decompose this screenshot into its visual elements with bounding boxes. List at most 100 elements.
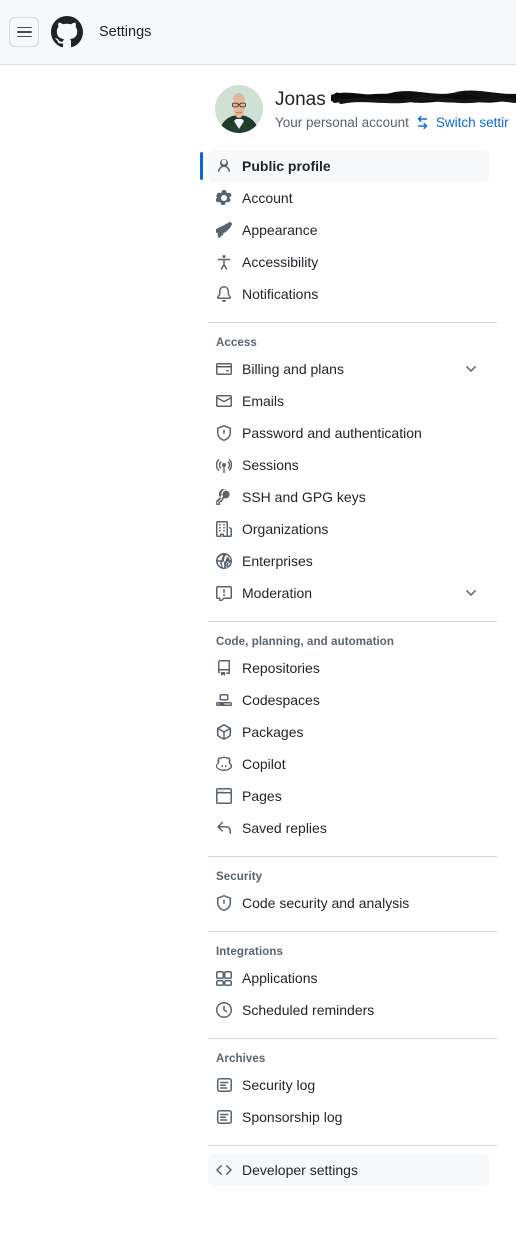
shield-lock-icon <box>216 425 232 441</box>
nav-item-saved-replies[interactable]: Saved replies <box>208 812 489 844</box>
credit-card-icon <box>216 361 232 377</box>
nav-item-applications[interactable]: Applications <box>208 962 489 994</box>
nav-item-ssh-and-gpg-keys[interactable]: SSH and GPG keys <box>208 481 489 513</box>
code-icon <box>216 1162 232 1178</box>
nav-item-account[interactable]: Account <box>208 182 489 214</box>
person-icon <box>216 158 232 174</box>
nav-item-label: Pages <box>242 788 282 804</box>
nav-item-password-and-authentication[interactable]: Password and authentication <box>208 417 489 449</box>
globe-icon <box>216 553 232 569</box>
switch-settings-link[interactable]: Switch settir <box>436 115 509 130</box>
nav-group-integrations: Integrations Applications Scheduled remind… <box>208 932 516 1026</box>
nav-item-label: Security log <box>242 1077 316 1093</box>
nav-item-label: Emails <box>242 393 285 409</box>
nav-group-archives: Archives Security log Sponsorship log <box>208 1039 516 1133</box>
nav-item-pages[interactable]: Pages <box>208 780 489 812</box>
app-header: Settings <box>0 0 516 65</box>
nav-item-label: Packages <box>242 724 304 740</box>
nav-group-title-integrations: Integrations <box>216 946 284 958</box>
nav-group-code-planning-and-automation: Code, planning, and automation Repositori… <box>208 622 516 844</box>
nav-group-title-archives: Archives <box>216 1053 266 1065</box>
nav-item-label: Notifications <box>242 286 319 302</box>
avatar[interactable] <box>215 85 263 133</box>
nav-item-label: Scheduled reminders <box>242 1002 375 1018</box>
hamburger-menu-button[interactable] <box>9 17 39 47</box>
nav-item-security-log[interactable]: Security log <box>208 1069 489 1101</box>
repo-icon <box>216 660 232 676</box>
nav-item-label: Repositories <box>242 660 320 676</box>
settings-nav: Public profile Account Appearance Accessibi… <box>200 150 516 1186</box>
account-name: Jonas <box>275 88 516 112</box>
account-subtitle: Your personal account Switch settir <box>275 115 509 130</box>
bell-icon <box>216 286 232 302</box>
nav-item-label: Saved replies <box>242 820 327 836</box>
key-icon <box>216 489 232 505</box>
accessibility-icon <box>216 254 232 270</box>
github-logo-icon[interactable] <box>51 16 83 48</box>
nav-item-enterprises[interactable]: Enterprises <box>208 545 489 577</box>
hamburger-line <box>16 35 32 38</box>
nav-group-heading-wrap: Security <box>208 857 516 887</box>
nav-item-label: Sessions <box>242 457 299 473</box>
nav-group-heading-wrap: Code, planning, and automation <box>208 622 516 652</box>
nav-item-billing-and-plans[interactable]: Billing and plans <box>208 353 489 385</box>
apps-icon <box>216 970 232 986</box>
nav-item-code-security-and-analysis[interactable]: Code security and analysis <box>208 887 489 919</box>
nav-item-label: Sponsorship log <box>242 1109 343 1125</box>
copilot-icon <box>216 756 232 772</box>
nav-item-label: Appearance <box>242 222 318 238</box>
mail-icon <box>216 393 232 409</box>
hamburger-line <box>16 26 32 29</box>
nav-item-label: Developer settings <box>242 1162 358 1178</box>
nav-item-notifications[interactable]: Notifications <box>208 278 489 310</box>
nav-item-appearance[interactable]: Appearance <box>208 214 489 246</box>
nav-item-organizations[interactable]: Organizations <box>208 513 489 545</box>
gear-icon <box>216 190 232 206</box>
account-name-text: Jonas <box>275 89 326 111</box>
organization-icon <box>216 521 232 537</box>
nav-group-spacer <box>208 1146 516 1154</box>
nav-group-primary: Developer settings <box>208 1146 516 1186</box>
nav-item-sponsorship-log[interactable]: Sponsorship log <box>208 1101 489 1133</box>
account-subtitle-text: Your personal account <box>275 114 409 130</box>
nav-item-emails[interactable]: Emails <box>208 385 489 417</box>
browser-icon <box>216 788 232 804</box>
nav-item-moderation[interactable]: Moderation <box>208 577 489 609</box>
nav-group-heading-wrap: Integrations <box>208 932 516 962</box>
chevron-down-icon[interactable] <box>463 585 479 601</box>
nav-item-copilot[interactable]: Copilot <box>208 748 489 780</box>
nav-group-security: Security Code security and analysis <box>208 857 516 919</box>
shield-check-icon <box>216 895 232 911</box>
nav-item-label: Code security and analysis <box>242 895 410 911</box>
nav-item-label: Codespaces <box>242 692 320 708</box>
nav-item-label: SSH and GPG keys <box>242 489 366 505</box>
nav-item-label: Password and authentication <box>242 425 422 441</box>
nav-item-repositories[interactable]: Repositories <box>208 652 489 684</box>
nav-item-label: Account <box>242 190 293 206</box>
nav-item-accessibility[interactable]: Accessibility <box>208 246 489 278</box>
nav-item-label: Enterprises <box>242 553 313 569</box>
nav-item-label: Public profile <box>242 158 331 174</box>
reply-icon <box>216 820 232 836</box>
codespaces-icon <box>216 692 232 708</box>
clock-icon <box>216 1002 232 1018</box>
account-block: Jonas Your personal account Switch setti… <box>208 65 516 133</box>
nav-group-title-access: Access <box>216 337 257 349</box>
nav-item-label: Moderation <box>242 585 313 601</box>
nav-item-codespaces[interactable]: Codespaces <box>208 684 489 716</box>
chevron-down-icon[interactable] <box>463 361 479 377</box>
nav-item-scheduled-reminders[interactable]: Scheduled reminders <box>208 994 489 1026</box>
nav-item-label: Copilot <box>242 756 286 772</box>
nav-group-heading-wrap: Archives <box>208 1039 516 1069</box>
nav-group-heading-wrap: Access <box>208 323 516 353</box>
report-icon <box>216 585 232 601</box>
name-redaction-scribble <box>331 90 516 105</box>
nav-item-label: Accessibility <box>242 254 319 270</box>
nav-item-developer-settings[interactable]: Developer settings <box>208 1154 489 1186</box>
nav-item-sessions[interactable]: Sessions <box>208 449 489 481</box>
broadcast-icon <box>216 457 232 473</box>
nav-group-access: Access Billing and plans Emails Password an… <box>208 323 516 609</box>
nav-item-public-profile[interactable]: Public profile <box>200 150 489 182</box>
nav-item-label: Billing and plans <box>242 361 344 377</box>
nav-item-packages[interactable]: Packages <box>208 716 489 748</box>
